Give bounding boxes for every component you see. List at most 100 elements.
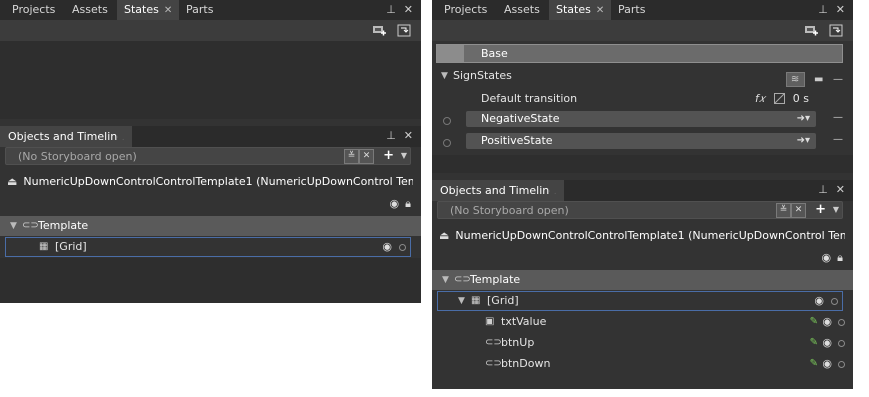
tree-row-grid[interactable]: ▼ ▦ [Grid] ◉ — [437, 291, 843, 311]
state-recording-dot-icon[interactable] — [443, 117, 451, 125]
dropdown-arrow-icon[interactable]: ▼ — [833, 205, 839, 214]
close-icon[interactable]: ✕ — [836, 3, 845, 16]
eye-icon[interactable]: ◉ — [382, 238, 392, 256]
expand-arrow-icon[interactable]: ▼ — [442, 270, 449, 290]
eye-icon[interactable]: ◉ — [822, 333, 832, 353]
state-group-name: SignStates — [453, 69, 512, 82]
scope-up-icon[interactable]: ⏏ — [7, 174, 17, 190]
add-state-group-icon[interactable] — [804, 24, 818, 37]
close-storyboard-icon[interactable]: ✕ — [791, 203, 806, 218]
transition-effect-box-icon[interactable] — [774, 93, 785, 104]
pin-icon[interactable]: ⊥ — [386, 3, 396, 16]
state-name: PositiveState — [481, 134, 553, 147]
remove-state-icon[interactable]: — — [833, 134, 843, 145]
tab-assets[interactable]: Assets — [497, 0, 547, 20]
base-state[interactable]: Base — [436, 44, 843, 63]
template-scope[interactable]: ⏏ NumericUpDownControlControlTemplate1 (N… — [439, 228, 845, 244]
easing-function-icon[interactable]: f𝑥 — [755, 90, 765, 108]
expand-arrow-icon[interactable]: ▼ — [10, 216, 17, 236]
close-icon[interactable]: ✕ — [836, 183, 845, 196]
chevron-down-icon[interactable]: ≚ — [344, 149, 359, 164]
new-storyboard-icon[interactable]: + — [815, 202, 826, 217]
eye-icon[interactable]: ◉ — [822, 354, 832, 374]
pin-icon[interactable]: ⊥ — [818, 183, 828, 196]
eye-icon[interactable]: ◉ — [814, 292, 824, 310]
tree-row-txtvalue[interactable]: ▣ txtValue ✎ ◉ — [432, 312, 853, 332]
storyboard-placeholder: (No Storyboard open) — [18, 150, 137, 163]
tab-assets[interactable]: Assets — [65, 0, 115, 20]
storyboard-picker[interactable]: (No Storyboard open) ≚ ✕ + ▼ — [437, 201, 843, 219]
template-scope[interactable]: ⏏ NumericUpDownControlControlTemplate1 (N… — [7, 174, 413, 190]
tree-label: [Grid] — [487, 294, 519, 307]
scope-up-icon[interactable]: ⏏ — [439, 228, 449, 244]
lock-dot-icon[interactable] — [838, 340, 845, 347]
tab-projects[interactable]: Projects — [5, 0, 62, 20]
visibility-lock-header: ◉ 🔒︎ — [384, 197, 411, 211]
states-empty-area — [432, 155, 853, 173]
left-panel: Projects Assets States ✕ Parts ⊥ ✕ Objects… — [0, 0, 421, 303]
recording-pen-icon[interactable]: ✎ — [810, 333, 818, 353]
tree-empty-area — [0, 258, 421, 303]
transition-effect-icon[interactable]: ≋ — [785, 72, 805, 87]
state-recording-dot-icon[interactable] — [443, 139, 451, 147]
template-name: NumericUpDownControlControlTemplate1 (Nu… — [23, 175, 413, 188]
objects-timeline-title: Objects and Timeline — [432, 180, 565, 201]
recording-pen-icon[interactable]: ✎ — [810, 354, 818, 374]
lock-dot-icon[interactable] — [399, 244, 406, 251]
add-transition-icon[interactable]: ➜▾ — [797, 111, 810, 127]
toggle-transition-preview-icon[interactable] — [397, 24, 411, 37]
right-panel: Projects Assets States ✕ Parts ⊥ ✕ Base ▼ … — [432, 0, 853, 389]
template-icon: ⊂⊃ — [454, 274, 471, 285]
lock-icon[interactable]: 🔒︎ — [837, 251, 843, 264]
storyboard-picker[interactable]: (No Storyboard open) ≚ ✕ + ▼ — [5, 147, 411, 165]
tab-label: Projects — [12, 3, 56, 16]
eye-icon[interactable]: ◉ — [390, 197, 400, 210]
toggle-transition-preview-icon[interactable] — [829, 24, 843, 37]
state-negative[interactable]: NegativeState ➜▾ — [466, 111, 816, 127]
new-storyboard-icon[interactable]: + — [383, 148, 394, 163]
tab-parts[interactable]: Parts — [179, 0, 220, 20]
tree-row-template[interactable]: ▼ ⊂⊃ Template — [0, 216, 421, 236]
tab-label: States — [556, 3, 591, 16]
tab-label: Assets — [504, 3, 540, 16]
tab-close-icon[interactable]: ✕ — [596, 5, 604, 16]
tree-row-grid[interactable]: ▦ [Grid] ◉ — [5, 237, 411, 257]
remove-state-icon[interactable]: — — [833, 112, 843, 123]
tree-row-btnup[interactable]: ⊂⊃ btnUp ✎ ◉ — [432, 333, 853, 353]
tab-close-icon[interactable]: ✕ — [164, 5, 172, 16]
add-transition-icon[interactable]: ➜▾ — [797, 133, 810, 149]
expand-arrow-icon[interactable]: ▼ — [458, 292, 465, 310]
state-group-header[interactable]: ▼ SignStates ≋ ▬ — — [432, 66, 853, 87]
add-state-icon[interactable]: ▬ — [814, 70, 823, 90]
tab-projects[interactable]: Projects — [437, 0, 494, 20]
tab-parts[interactable]: Parts — [611, 0, 652, 20]
remove-group-icon[interactable]: — — [833, 70, 843, 90]
transition-duration[interactable]: 0 s — [793, 90, 809, 108]
lock-icon[interactable]: 🔒︎ — [405, 197, 411, 210]
lock-dot-icon[interactable] — [838, 319, 845, 326]
close-icon[interactable]: ✕ — [404, 3, 413, 16]
pin-icon[interactable]: ⊥ — [818, 3, 828, 16]
states-empty-area — [0, 41, 421, 119]
eye-icon[interactable]: ◉ — [822, 251, 832, 264]
eye-icon[interactable]: ◉ — [822, 312, 832, 332]
add-state-group-icon[interactable] — [372, 24, 386, 37]
tab-states[interactable]: States ✕ — [549, 0, 612, 20]
header-notch — [118, 126, 132, 147]
expand-arrow-icon[interactable]: ▼ — [441, 66, 448, 86]
objects-timeline-title: Objects and Timeline — [0, 126, 133, 147]
pin-icon[interactable]: ⊥ — [386, 129, 396, 142]
tree-row-btndown[interactable]: ⊂⊃ btnDown ✎ ◉ — [432, 354, 853, 374]
chevron-down-icon[interactable]: ≚ — [776, 203, 791, 218]
dropdown-arrow-icon[interactable]: ▼ — [401, 151, 407, 160]
close-storyboard-icon[interactable]: ✕ — [359, 149, 374, 164]
recording-pen-icon[interactable]: ✎ — [810, 312, 818, 332]
state-positive[interactable]: PositiveState ➜▾ — [466, 133, 816, 149]
tab-states[interactable]: States ✕ — [117, 0, 180, 20]
close-icon[interactable]: ✕ — [404, 129, 413, 142]
lock-dot-icon[interactable] — [831, 298, 838, 305]
lock-dot-icon[interactable] — [838, 361, 845, 368]
panel-tabbar: Projects Assets States ✕ Parts ⊥ ✕ — [432, 0, 853, 20]
button-icon: ⊂⊃ — [485, 337, 502, 348]
tree-row-template[interactable]: ▼ ⊂⊃ Template — [432, 270, 853, 290]
